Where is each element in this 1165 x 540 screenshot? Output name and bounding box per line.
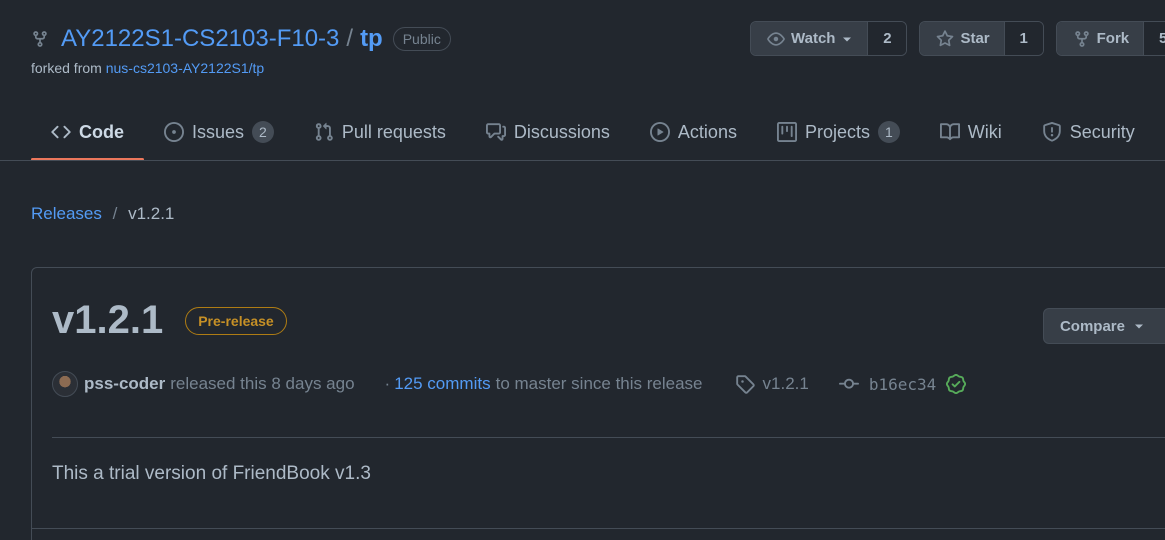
commit-sha: b16ec34 [868,374,937,394]
repo-name-link[interactable]: tp [360,25,383,53]
commits-suffix: to master since this release [495,374,703,393]
verified-check-icon [946,374,967,394]
breadcrumb: Releases / v1.2.1 [31,204,174,224]
tab-code-label: Code [79,121,124,142]
star-button[interactable]: Star [920,22,1005,55]
tab-discussions-label: Discussions [513,121,610,142]
tab-issues-label: Issues [192,121,245,142]
fork-button[interactable]: Fork [1056,22,1145,55]
release-page: AY2122S1-CS2103-F10-3 / tp Public forked… [0,0,1165,540]
author-link[interactable]: pss-coder [84,374,165,394]
commit-link[interactable]: b16ec34 [838,374,967,394]
tab-actions[interactable]: Actions [630,107,757,157]
discussions-icon [485,122,506,142]
tab-wiki-label: Wiki [967,121,1002,142]
watch-count[interactable]: 2 [868,22,907,55]
fork-count[interactable]: 5 [1144,22,1165,55]
tab-code[interactable]: Code [31,107,144,161]
compare-label: Compare [1059,317,1125,335]
breadcrumb-separator: / [112,204,118,223]
release-title[interactable]: v1.2.1 [52,298,163,343]
tab-issues[interactable]: Issues 2 [144,107,294,157]
star-group: Star 1 [919,21,1044,56]
repo-title: AY2122S1-CS2103-F10-3 / tp Public [31,22,451,56]
tag-link[interactable]: v1.2.1 [735,374,809,394]
avatar[interactable] [52,371,78,397]
tab-wiki[interactable]: Wiki [920,107,1022,157]
watch-group: Watch 2 [750,21,908,56]
issues-count: 2 [252,121,274,143]
commits-link[interactable]: 125 commits [394,374,490,394]
forked-from: forked from nus-cs2103-AY2122S1/tp [31,60,451,76]
repo-actions: Watch 2 Star 1 Fork 5 [750,21,1165,56]
tab-pull-requests-label: Pull requests [341,121,446,142]
breadcrumb-current: v1.2.1 [128,204,175,223]
tab-projects-label: Projects [804,121,870,142]
tabs-divider [0,160,1165,161]
fork-label: Fork [1096,30,1130,47]
tab-projects[interactable]: Projects 1 [757,107,920,157]
tab-actions-label: Actions [677,121,737,142]
project-icon [776,122,797,142]
tab-security-label: Security [1069,121,1135,142]
release-footer-divider [32,528,1165,529]
shield-icon [1042,122,1062,142]
tag-icon [735,374,755,394]
chevron-down-icon [841,33,853,45]
issue-icon [164,122,184,142]
star-icon [936,29,954,48]
repo-forked-icon [31,30,49,48]
git-commit-icon [838,374,859,394]
projects-count: 1 [877,121,900,143]
forked-from-label: forked from [31,60,102,76]
star-label: Star [960,30,990,47]
forked-from-link[interactable]: nus-cs2103-AY2122S1/tp [106,60,265,76]
released-text: released this 8 days ago [170,374,355,393]
pull-request-icon [314,122,334,142]
tab-security[interactable]: Security [1022,107,1155,157]
eye-icon [767,30,785,48]
repo-tabs: Code Issues 2 Pull requests Discussions [31,107,1155,161]
tab-pull-requests[interactable]: Pull requests [294,107,466,157]
fork-group: Fork 5 [1055,21,1165,56]
release-meta: pss-coder released this 8 days ago · 125… [52,370,967,398]
fork-icon [1073,30,1091,48]
visibility-badge: Public [392,27,451,51]
breadcrumb-releases-link[interactable]: Releases [31,204,102,223]
repo-separator: / [346,25,354,52]
release-card: v1.2.1 Pre-release Compare pss-coder rel… [31,267,1165,540]
release-title-row: v1.2.1 Pre-release [52,298,287,343]
repo-header: AY2122S1-CS2103-F10-3 / tp Public forked… [31,22,451,76]
play-icon [649,122,670,142]
release-divider [52,437,1165,438]
code-icon [51,122,71,142]
compare-button[interactable]: Compare [1042,308,1165,344]
star-count[interactable]: 1 [1004,22,1043,55]
book-icon [939,122,960,142]
meta-dot: · [384,374,391,393]
tag-label: v1.2.1 [762,374,809,393]
release-notes: This a trial version of FriendBook v1.3 [52,463,371,484]
repo-owner-link[interactable]: AY2122S1-CS2103-F10-3 [61,25,339,53]
chevron-down-icon [1133,320,1145,332]
watch-button[interactable]: Watch [751,22,869,55]
prerelease-badge: Pre-release [185,306,287,335]
tab-discussions[interactable]: Discussions [466,107,630,157]
watch-label: Watch [791,30,836,47]
